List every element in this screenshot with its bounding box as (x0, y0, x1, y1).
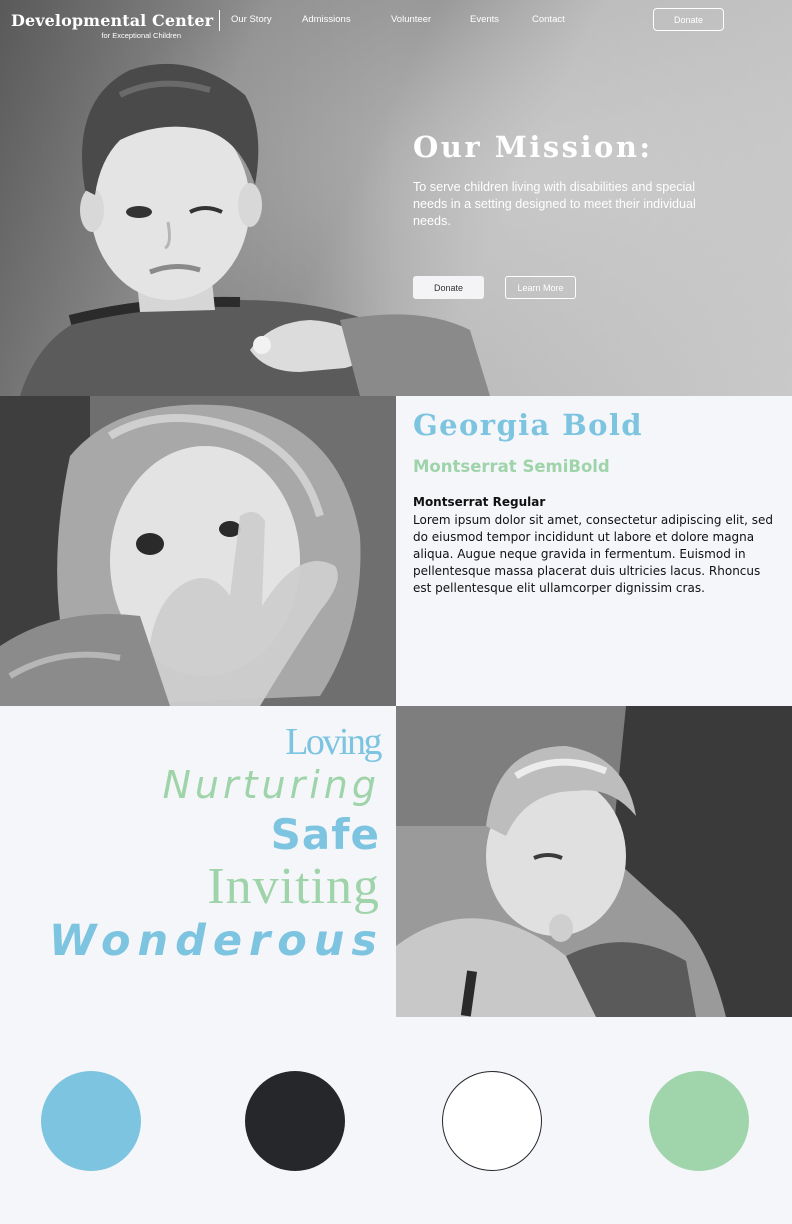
typography-subheading: Montserrat SemiBold (413, 457, 610, 476)
mission-title: Our Mission: (413, 130, 653, 164)
word-safe: Safe (270, 810, 380, 859)
nav-item-admissions[interactable]: Admissions (302, 14, 351, 25)
photo-boy-tongue-out (396, 706, 792, 1017)
nav-item-contact[interactable]: Contact (532, 14, 565, 25)
typography-heading: Georgia Bold (413, 408, 643, 442)
typography-body-text: Lorem ipsum dolor sit amet, consectetur … (413, 513, 773, 595)
word-loving: Loving (285, 721, 382, 763)
header-donate-button[interactable]: Donate (653, 8, 724, 31)
typography-body-label: Montserrat Regular (413, 495, 546, 509)
swatch-white (442, 1071, 542, 1171)
photo-girl-peace-sign (0, 396, 396, 706)
nav-item-volunteer[interactable]: Volunteer (391, 14, 431, 25)
brand-subtitle: for Exceptional Children (101, 31, 181, 40)
hero-section: Developmental Center for Exceptional Chi… (0, 0, 792, 396)
nav-item-our-story[interactable]: Our Story (231, 14, 272, 25)
word-inviting: Inviting (207, 858, 380, 915)
values-words-panel: Loving Nurturing Safe Inviting Wonderous (0, 706, 396, 1017)
nav-item-events[interactable]: Events (470, 14, 499, 25)
word-nurturing: Nurturing (162, 763, 380, 807)
swatch-blue (41, 1071, 141, 1171)
mission-text: To serve children living with disabiliti… (413, 180, 696, 228)
typography-panel: Georgia Bold Montserrat SemiBold Montser… (396, 396, 792, 706)
swatch-dark (245, 1071, 345, 1171)
hero-donate-button[interactable]: Donate (413, 276, 484, 299)
swatch-green (649, 1071, 749, 1171)
color-palette (0, 1017, 792, 1224)
learn-more-button[interactable]: Learn More (505, 276, 576, 299)
word-wonderous: Wonderous (48, 916, 384, 966)
